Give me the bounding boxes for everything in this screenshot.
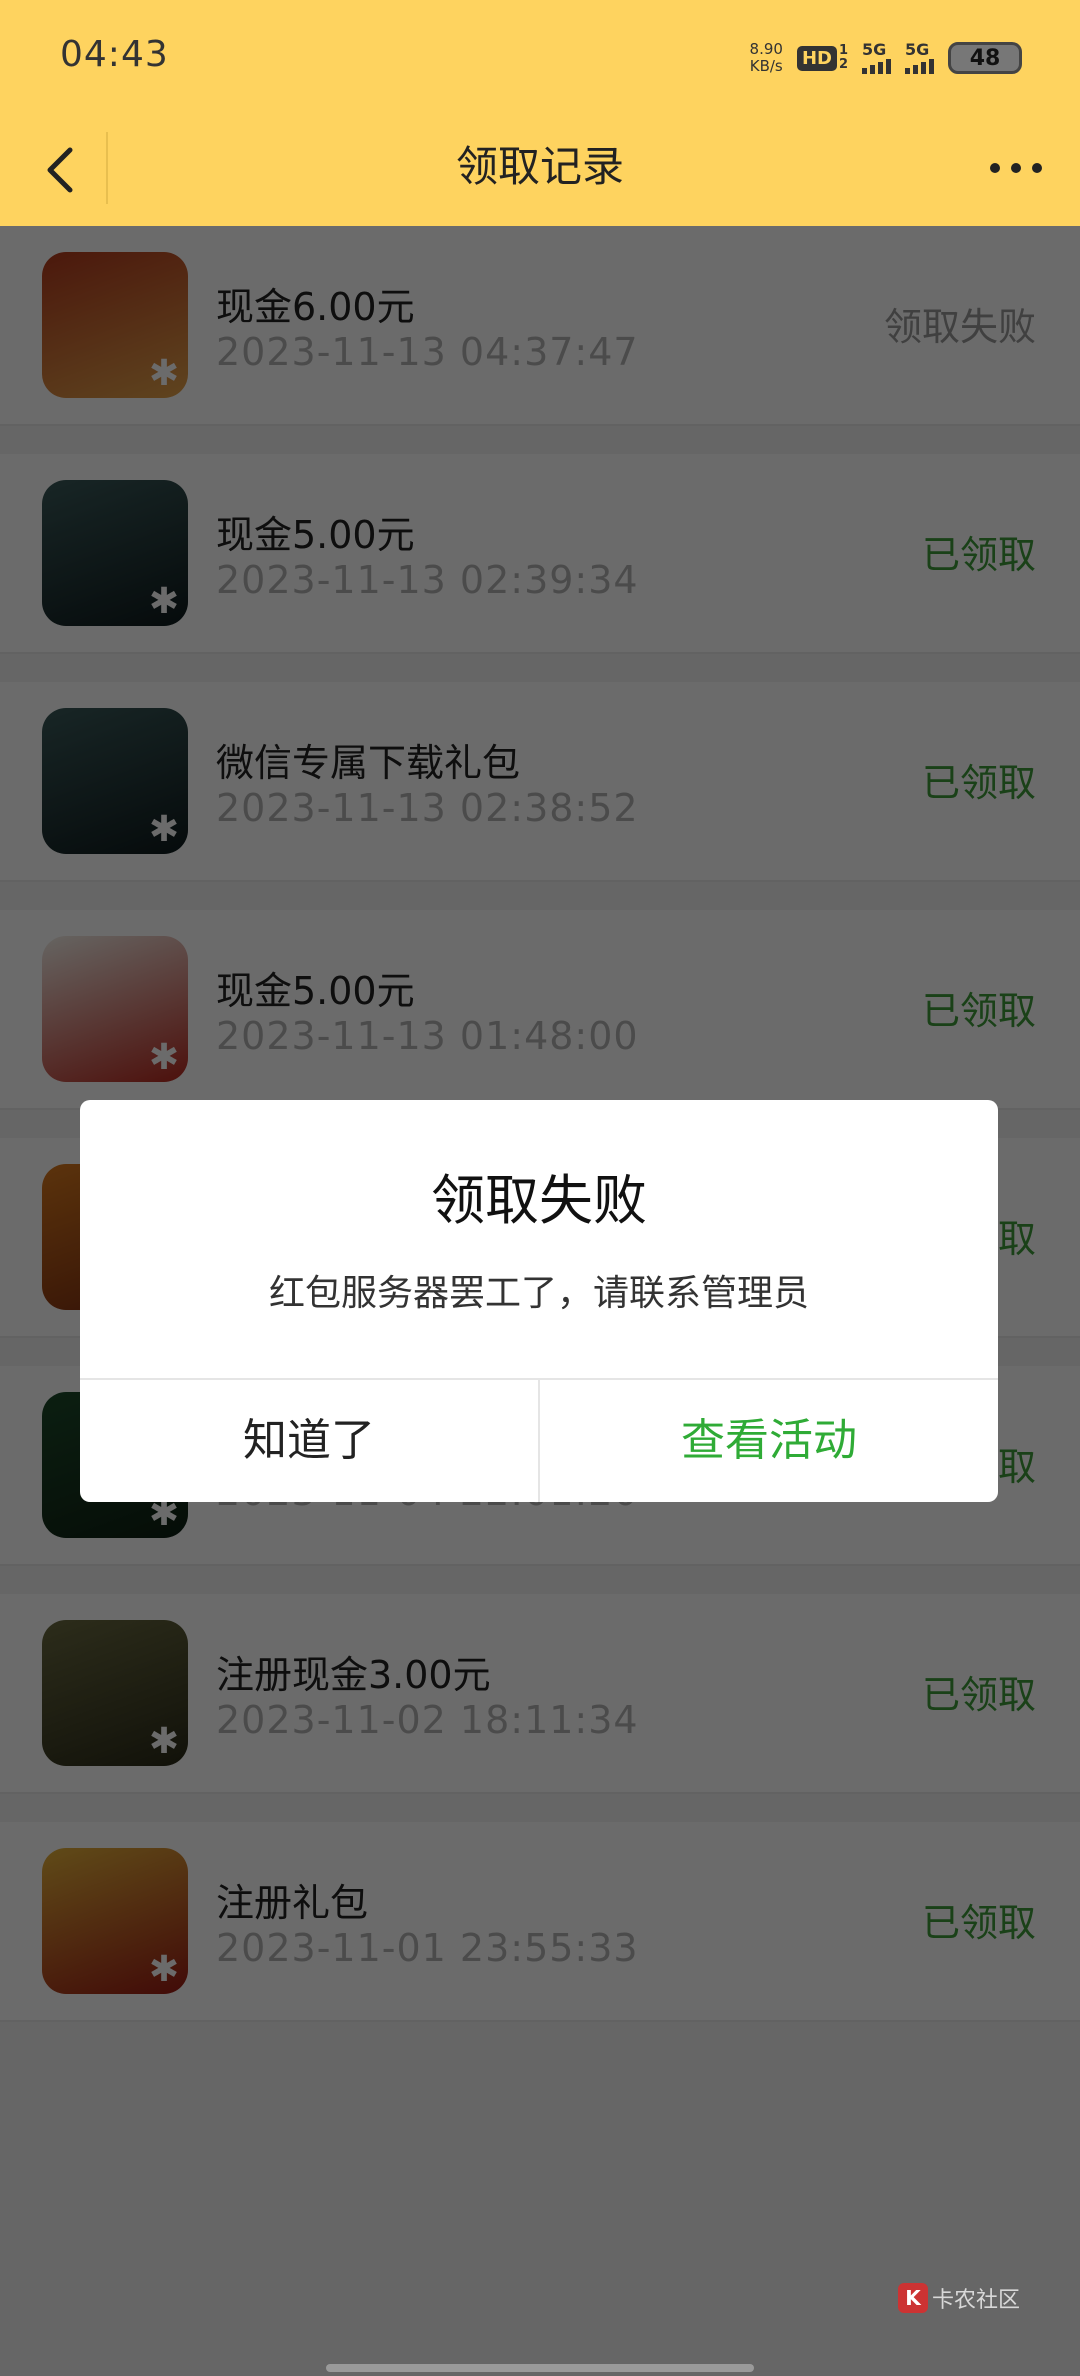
signal-icon-1: 5G: [862, 42, 891, 74]
battery-level: 48: [969, 45, 1001, 71]
view-activity-button[interactable]: 查看活动: [540, 1380, 998, 1502]
error-dialog: 领取失败 红包服务器罢工了，请联系管理员 知道了 查看活动: [80, 1100, 998, 1502]
hd-sim-slots: 1 2: [839, 44, 848, 72]
signal-2-label: 5G: [905, 40, 930, 59]
more-button[interactable]: [980, 140, 1052, 196]
signal-1-bars: [862, 58, 891, 74]
dialog-message: 红包服务器罢工了，请联系管理员: [268, 1273, 809, 1314]
more-dots-icon: [990, 163, 1000, 173]
signal-1-label: 5G: [862, 40, 887, 59]
battery-icon: 48: [948, 42, 1022, 74]
home-indicator[interactable]: [326, 2364, 754, 2372]
network-speed: 8.90 KB/s: [750, 41, 783, 75]
dialog-title: 领取失败: [431, 1169, 647, 1232]
hd-label: HD: [796, 45, 837, 71]
hd-voice-icon: HD 1 2: [796, 44, 848, 72]
signal-2-bars: [905, 58, 934, 74]
status-time: 04:43: [60, 34, 169, 75]
watermark: K 卡农社区: [897, 2282, 1020, 2314]
status-bar: 04:43 8.90 KB/s HD 1 2 5G 5G 48: [0, 0, 1080, 112]
page-title: 领取记录: [455, 142, 624, 191]
network-speed-unit: KB/s: [749, 57, 783, 75]
hd-sim-slot-bottom: 2: [838, 57, 848, 72]
status-indicators: 8.90 KB/s HD 1 2 5G 5G 48: [750, 36, 1022, 80]
dismiss-button[interactable]: 知道了: [80, 1380, 538, 1502]
watermark-logo: K: [897, 2283, 928, 2313]
hd-sim-slot-top: 1: [838, 43, 848, 58]
nav-bar: 领取记录: [0, 112, 1080, 226]
watermark-text: 卡农社区: [931, 2288, 1020, 2313]
network-speed-value: 8.90: [749, 40, 783, 58]
signal-icon-2: 5G: [905, 42, 934, 74]
